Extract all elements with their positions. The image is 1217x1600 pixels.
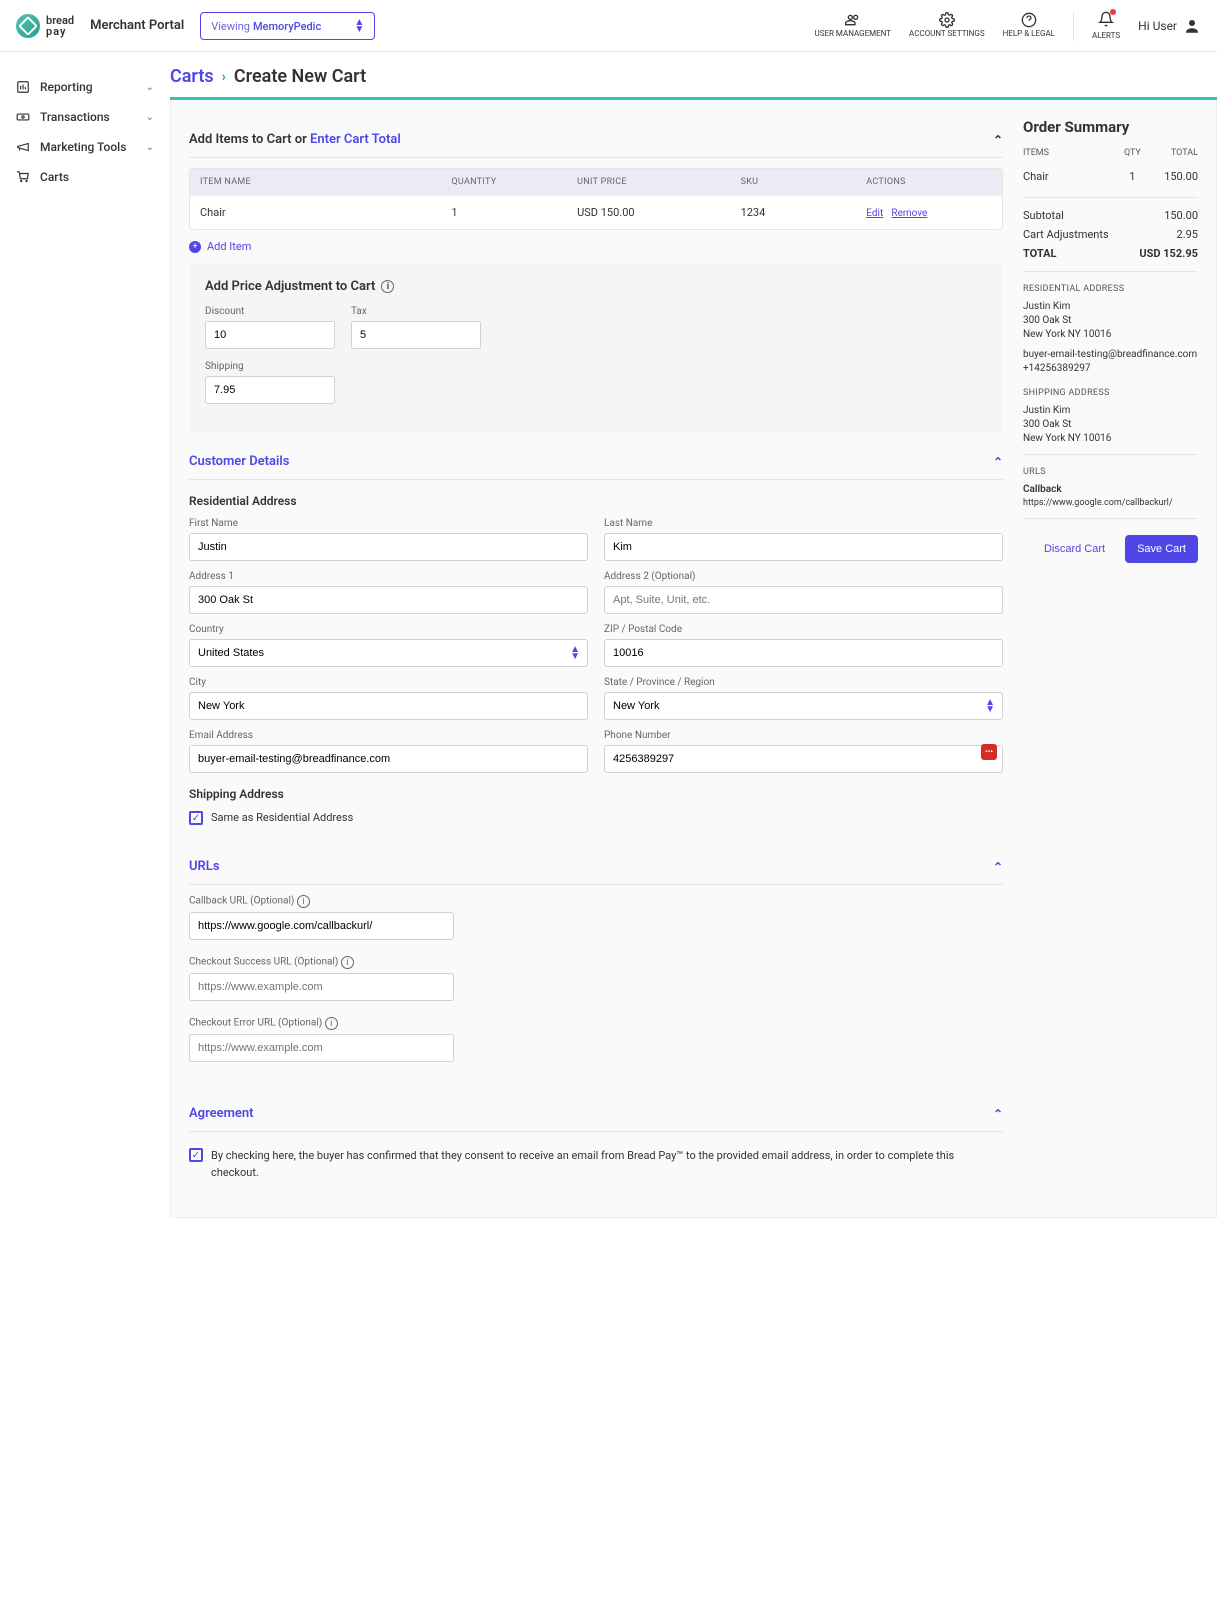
phone-input[interactable] bbox=[604, 745, 1003, 773]
gear-icon bbox=[939, 12, 955, 28]
sidebar-item-transactions[interactable]: Transactions ⌄ bbox=[10, 102, 160, 132]
plus-icon: + bbox=[189, 241, 201, 253]
info-icon[interactable]: i bbox=[381, 280, 394, 293]
remove-link[interactable]: Remove bbox=[891, 208, 927, 219]
logo[interactable]: bread pay bbox=[16, 14, 74, 38]
shipping-input[interactable] bbox=[205, 376, 335, 404]
chevron-right-icon: › bbox=[222, 69, 226, 85]
enter-cart-total-link[interactable]: Enter Cart Total bbox=[310, 132, 401, 147]
sidebar-item-reporting[interactable]: Reporting ⌄ bbox=[10, 72, 160, 102]
callback-url-input[interactable] bbox=[189, 912, 454, 940]
order-summary: Order Summary ITEMS QTY TOTAL Chair 1 15… bbox=[1023, 118, 1198, 1187]
chevron-down-icon: ⌄ bbox=[146, 112, 154, 123]
select-arrows-icon: ▲▼ bbox=[570, 646, 580, 660]
price-adjustment-box: Add Price Adjustment to Cart i Discount … bbox=[189, 263, 1003, 432]
success-url-input[interactable] bbox=[189, 973, 454, 1001]
user-icon bbox=[1183, 17, 1201, 35]
add-item-button[interactable]: + Add Item bbox=[189, 230, 1003, 263]
first-name-input[interactable] bbox=[189, 533, 588, 561]
collapse-icon[interactable]: ⌃ bbox=[993, 133, 1003, 147]
section-customer-details: Customer Details ⌃ bbox=[189, 440, 1003, 480]
section-agreement: Agreement ⌃ bbox=[189, 1092, 1003, 1132]
error-url-input[interactable] bbox=[189, 1034, 454, 1062]
sidebar-item-marketing[interactable]: Marketing Tools ⌄ bbox=[10, 132, 160, 162]
merchant-selector[interactable]: Viewing MemoryPedic ▲▼ bbox=[200, 12, 375, 40]
page-title: Create New Cart bbox=[234, 66, 366, 87]
sidebar-item-carts[interactable]: Carts bbox=[10, 162, 160, 192]
country-select[interactable] bbox=[189, 639, 588, 667]
email-input[interactable] bbox=[189, 745, 588, 773]
cart-icon bbox=[16, 170, 30, 184]
nav-account-settings[interactable]: ACCOUNT SETTINGS bbox=[909, 12, 985, 39]
bell-icon bbox=[1098, 11, 1114, 27]
summary-title: Order Summary bbox=[1023, 118, 1198, 136]
brand-line2: pay bbox=[46, 26, 74, 37]
state-select[interactable] bbox=[604, 692, 1003, 720]
last-name-input[interactable] bbox=[604, 533, 1003, 561]
edit-link[interactable]: Edit bbox=[866, 208, 883, 219]
discard-cart-button[interactable]: Discard Cart bbox=[1032, 535, 1117, 563]
save-cart-button[interactable]: Save Cart bbox=[1125, 535, 1198, 563]
same-address-checkbox[interactable]: ✓ bbox=[189, 811, 203, 825]
nav-user-management[interactable]: USER MANAGEMENT bbox=[815, 12, 892, 39]
chart-icon bbox=[16, 80, 30, 94]
sidebar: Reporting ⌄ Transactions ⌄ Marketing Too… bbox=[0, 52, 170, 1248]
info-icon[interactable]: i bbox=[341, 956, 354, 969]
portal-label: Merchant Portal bbox=[90, 18, 184, 33]
info-icon[interactable]: i bbox=[325, 1017, 338, 1030]
nav-help-legal[interactable]: HELP & LEGAL bbox=[1003, 12, 1055, 39]
shipping-address-heading: Shipping Address bbox=[189, 787, 1003, 801]
megaphone-icon bbox=[16, 140, 30, 154]
collapse-icon[interactable]: ⌃ bbox=[993, 455, 1003, 469]
select-arrows-icon: ▲▼ bbox=[985, 699, 995, 713]
users-icon bbox=[845, 12, 861, 28]
collapse-icon[interactable]: ⌃ bbox=[993, 1107, 1003, 1121]
tax-input[interactable] bbox=[351, 321, 481, 349]
brand-line1: bread bbox=[46, 15, 74, 26]
agreement-checkbox[interactable]: ✓ bbox=[189, 1148, 203, 1162]
nav-alerts[interactable]: ALERTS bbox=[1092, 11, 1120, 41]
chevron-down-icon: ⌄ bbox=[146, 142, 154, 153]
logo-icon bbox=[16, 14, 40, 38]
zip-input[interactable] bbox=[604, 639, 1003, 667]
summary-item-row: Chair 1 150.00 bbox=[1023, 164, 1198, 189]
items-table: ITEM NAME QUANTITY UNIT PRICE SKU ACTION… bbox=[189, 168, 1003, 230]
collapse-icon[interactable]: ⌃ bbox=[993, 860, 1003, 874]
breadcrumb-carts[interactable]: Carts bbox=[170, 66, 214, 87]
password-manager-icon[interactable]: ••• bbox=[981, 744, 997, 760]
residential-address-heading: Residential Address bbox=[189, 494, 1003, 508]
select-arrows-icon: ▲▼ bbox=[354, 19, 364, 33]
table-row: Chair 1 USD 150.00 1234 Edit Remove bbox=[190, 195, 1002, 229]
divider bbox=[1073, 11, 1074, 41]
info-icon[interactable]: i bbox=[297, 895, 310, 908]
help-icon bbox=[1021, 12, 1037, 28]
breadcrumb: Carts › Create New Cart bbox=[170, 52, 1217, 97]
section-add-items: Add Items to Cart or Enter Cart Total ⌃ bbox=[189, 118, 1003, 158]
address2-input[interactable] bbox=[604, 586, 1003, 614]
address1-input[interactable] bbox=[189, 586, 588, 614]
discount-input[interactable] bbox=[205, 321, 335, 349]
user-menu[interactable]: Hi User bbox=[1138, 17, 1201, 35]
chevron-down-icon: ⌄ bbox=[146, 82, 154, 93]
money-icon bbox=[16, 110, 30, 124]
city-input[interactable] bbox=[189, 692, 588, 720]
top-bar: bread pay Merchant Portal Viewing Memory… bbox=[0, 0, 1217, 52]
section-urls: URLs ⌃ bbox=[189, 845, 1003, 885]
